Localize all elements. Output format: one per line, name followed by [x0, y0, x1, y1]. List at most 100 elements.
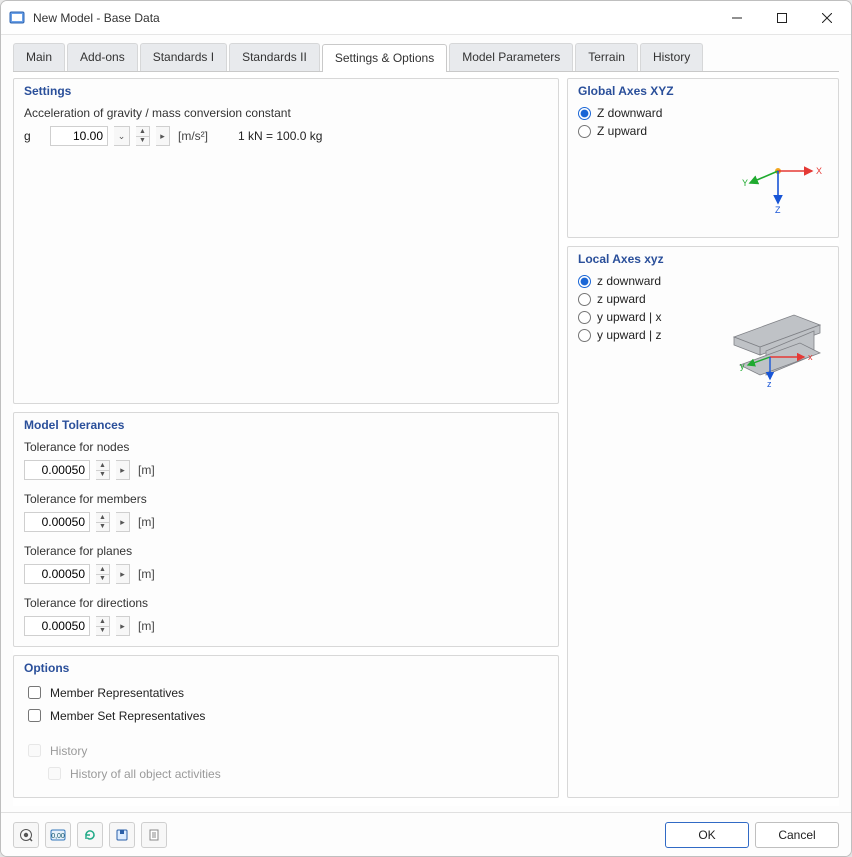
local-axes-z-down-label: z downward [597, 274, 661, 288]
svg-text:y: y [740, 361, 745, 371]
gravity-symbol: g [24, 129, 44, 143]
option-member-rep-checkbox[interactable] [28, 686, 41, 699]
global-axes-z-up-radio[interactable] [578, 125, 591, 138]
tab-model-parameters[interactable]: Model Parameters [449, 43, 573, 71]
tolerance-nodes-picker[interactable]: ▸ [116, 460, 130, 480]
local-axes-y-up-z-label: y upward | z [597, 328, 661, 342]
tolerance-planes-unit: [m] [138, 567, 155, 581]
ok-button[interactable]: OK [665, 822, 749, 848]
option-history-all-label: History of all object activities [70, 767, 221, 781]
global-axes-z-up[interactable]: Z upward [578, 124, 828, 138]
tool-units-icon[interactable]: 0,00 [45, 822, 71, 848]
local-axes-diagram: x y z [724, 307, 824, 390]
svg-text:Z: Z [775, 205, 781, 215]
tolerance-members-label: Tolerance for members [24, 492, 548, 506]
local-axes-z-up[interactable]: z upward [578, 292, 828, 306]
options-title: Options [24, 661, 548, 675]
tolerance-directions-unit: [m] [138, 619, 155, 633]
option-history-checkbox [28, 744, 41, 757]
local-axes-z-down-radio[interactable] [578, 275, 591, 288]
close-button[interactable] [804, 3, 849, 33]
local-axes-z-up-radio[interactable] [578, 293, 591, 306]
local-axes-panel: Local Axes xyz z downward z upward y upw… [567, 246, 839, 798]
tolerance-nodes-label: Tolerance for nodes [24, 440, 548, 454]
tolerance-members-spinner[interactable]: ▲▼ [96, 512, 110, 532]
global-axes-panel: Global Axes XYZ Z downward Z upward [567, 78, 839, 238]
svg-text:z: z [767, 379, 772, 387]
svg-text:X: X [816, 166, 822, 176]
local-axes-title: Local Axes xyz [578, 252, 828, 266]
gravity-picker[interactable]: ▸ [156, 126, 170, 146]
local-axes-y-up-z-radio[interactable] [578, 329, 591, 342]
local-axes-z-down[interactable]: z downward [578, 274, 828, 288]
local-axes-y-up-x-radio[interactable] [578, 311, 591, 324]
tolerance-planes-input[interactable] [24, 564, 90, 584]
global-axes-z-up-label: Z upward [597, 124, 647, 138]
option-history-all: History of all object activities [44, 764, 548, 783]
tolerance-planes-spinner[interactable]: ▲▼ [96, 564, 110, 584]
gravity-dropdown[interactable]: ⌄ [114, 126, 130, 146]
tolerance-nodes-spinner[interactable]: ▲▼ [96, 460, 110, 480]
tab-history[interactable]: History [640, 43, 703, 71]
tool-save-icon[interactable] [109, 822, 135, 848]
tab-standards-ii[interactable]: Standards II [229, 43, 320, 71]
option-history-label: History [50, 744, 87, 758]
svg-text:x: x [808, 352, 813, 362]
svg-text:Y: Y [742, 178, 748, 188]
dialog-window: New Model - Base Data Main Add-ons Stand… [0, 0, 852, 857]
svg-text:0,00: 0,00 [51, 833, 65, 840]
cancel-button[interactable]: Cancel [755, 822, 839, 848]
settings-title: Settings [24, 84, 548, 98]
option-member-set-rep-label: Member Set Representatives [50, 709, 205, 723]
gravity-spinner[interactable]: ▲▼ [136, 126, 150, 146]
option-member-set-rep[interactable]: Member Set Representatives [24, 706, 548, 725]
settings-panel: Settings Acceleration of gravity / mass … [13, 78, 559, 404]
local-axes-y-up-x-label: y upward | x [597, 310, 661, 324]
tab-add-ons[interactable]: Add-ons [67, 43, 138, 71]
dialog-footer: 0,00 OK Cancel [1, 812, 851, 856]
option-member-rep-label: Member Representatives [50, 686, 184, 700]
gravity-conversion: 1 kN = 100.0 kg [238, 129, 322, 143]
option-member-rep[interactable]: Member Representatives [24, 683, 548, 702]
tool-clipboard-icon[interactable] [141, 822, 167, 848]
tab-strip: Main Add-ons Standards I Standards II Se… [1, 35, 851, 71]
tolerance-directions-input[interactable] [24, 616, 90, 636]
titlebar: New Model - Base Data [1, 1, 851, 35]
global-axes-z-down-label: Z downward [597, 106, 662, 120]
tolerance-nodes-input[interactable] [24, 460, 90, 480]
global-axes-z-down[interactable]: Z downward [578, 106, 828, 120]
tab-settings-and-options[interactable]: Settings & Options [322, 44, 447, 72]
tool-refresh-icon[interactable] [77, 822, 103, 848]
tolerance-members-unit: [m] [138, 515, 155, 529]
gravity-unit: [m/s²] [178, 129, 208, 143]
local-axes-z-up-label: z upward [597, 292, 646, 306]
tab-content: Settings Acceleration of gravity / mass … [13, 71, 839, 806]
tool-help-icon[interactable] [13, 822, 39, 848]
option-history: History [24, 741, 548, 760]
maximize-button[interactable] [759, 3, 804, 33]
gravity-input[interactable] [50, 126, 108, 146]
tab-main[interactable]: Main [13, 43, 65, 71]
tolerance-directions-picker[interactable]: ▸ [116, 616, 130, 636]
tolerances-panel: Model Tolerances Tolerance for nodes ▲▼ … [13, 412, 559, 647]
tab-terrain[interactable]: Terrain [575, 43, 638, 71]
tolerance-members-picker[interactable]: ▸ [116, 512, 130, 532]
window-title: New Model - Base Data [33, 11, 160, 25]
global-axes-diagram: X Y Z [738, 153, 824, 218]
tolerance-directions-label: Tolerance for directions [24, 596, 548, 610]
minimize-button[interactable] [714, 3, 759, 33]
option-history-all-checkbox [48, 767, 61, 780]
option-member-set-rep-checkbox[interactable] [28, 709, 41, 722]
gravity-label: Acceleration of gravity / mass conversio… [24, 106, 548, 120]
tolerances-title: Model Tolerances [24, 418, 548, 432]
tolerance-planes-label: Tolerance for planes [24, 544, 548, 558]
tolerance-members-input[interactable] [24, 512, 90, 532]
global-axes-z-down-radio[interactable] [578, 107, 591, 120]
tolerance-planes-picker[interactable]: ▸ [116, 564, 130, 584]
global-axes-title: Global Axes XYZ [578, 84, 828, 98]
tolerance-nodes-unit: [m] [138, 463, 155, 477]
tolerance-directions-spinner[interactable]: ▲▼ [96, 616, 110, 636]
options-panel: Options Member Representatives Member Se… [13, 655, 559, 798]
tab-standards-i[interactable]: Standards I [140, 43, 227, 71]
app-icon [9, 10, 25, 26]
